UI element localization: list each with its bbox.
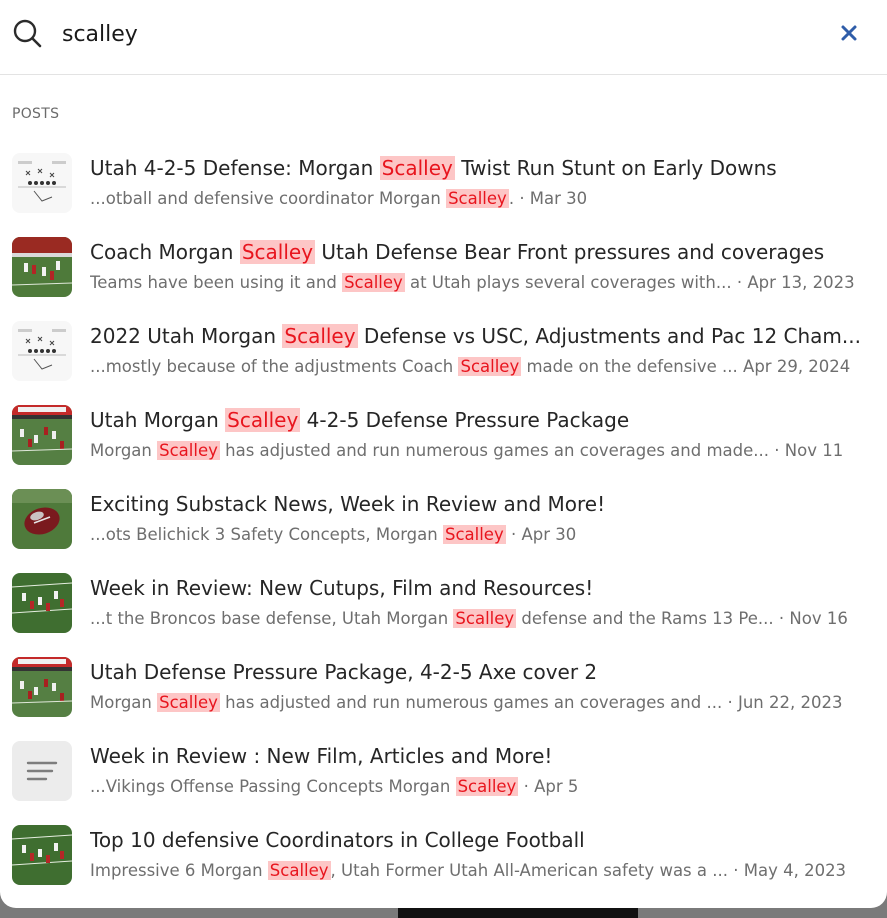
text-lines-icon xyxy=(12,741,72,801)
result-title-text: Utah Defense Bear Front pressures and co… xyxy=(315,240,825,264)
result-snippet-text: ...Vikings Offense Passing Concepts Morg… xyxy=(90,777,456,796)
result-snippet-highlight: Scalley xyxy=(267,861,331,880)
result-title: Week in Review: New Cutups, Film and Res… xyxy=(90,574,880,602)
result-snippet-text: ...ots Belichick 3 Safety Concepts, Morg… xyxy=(90,525,443,544)
result-item[interactable]: Week in Review : New Film, Articles and … xyxy=(0,738,887,822)
result-snippet-text: , Utah Former Utah All-American safety w… xyxy=(330,861,728,880)
result-item[interactable]: Utah 4-2-5 Defense: Morgan Scalley Twist… xyxy=(0,150,887,234)
result-snippet: Impressive 6 Morgan Scalley, Utah Former… xyxy=(90,858,880,884)
result-title-text: Coach Morgan xyxy=(90,240,240,264)
result-title: Utah Morgan Scalley 4-2-5 Defense Pressu… xyxy=(90,406,880,434)
result-title-text: Twist Run Stunt on Early Downs xyxy=(454,156,777,180)
result-item[interactable]: Utah Defense Pressure Package, 4-2-5 Axe… xyxy=(0,654,887,738)
result-snippet: ...t the Broncos base defense, Utah Morg… xyxy=(90,606,880,632)
stadium-photo-thumbnail xyxy=(12,657,72,717)
search-bar xyxy=(0,0,887,75)
background-video-strip xyxy=(398,908,638,918)
result-snippet-text: has adjusted and run numerous games an c… xyxy=(219,441,770,460)
play-diagram-thumbnail xyxy=(12,153,72,213)
search-input[interactable] xyxy=(62,16,802,52)
result-snippet-text: has adjusted and run numerous games an c… xyxy=(219,693,723,712)
result-snippet: Teams have been using it and Scalley at … xyxy=(90,270,880,296)
result-title-highlight: Scalley xyxy=(225,408,301,432)
result-snippet-text: Impressive 6 Morgan xyxy=(90,861,268,880)
result-snippet-highlight: Scalley xyxy=(157,441,220,460)
result-title-text: Week in Review: New Cutups, Film and Res… xyxy=(90,576,594,600)
close-icon xyxy=(841,25,857,41)
result-title-text: Utah 4-2-5 Defense: Morgan xyxy=(90,156,380,180)
result-snippet: ...ots Belichick 3 Safety Concepts, Morg… xyxy=(90,522,880,548)
result-snippet: ...mostly because of the adjustments Coa… xyxy=(90,354,880,380)
result-title: Top 10 defensive Coordinators in College… xyxy=(90,826,880,854)
result-snippet-text: defense and the Rams 13 Pe... xyxy=(516,609,774,628)
result-date: · May 4, 2023 xyxy=(733,861,847,880)
search-icon xyxy=(12,18,44,50)
result-snippet-text: ...t the Broncos base defense, Utah Morg… xyxy=(90,609,454,628)
result-snippet-text: at Utah plays several coverages with... xyxy=(404,273,732,292)
result-date: · Apr 5 xyxy=(523,777,579,796)
result-snippet-highlight: Scalley xyxy=(455,777,519,796)
result-title-highlight: Scalley xyxy=(239,240,316,264)
result-snippet-highlight: Scalley xyxy=(458,357,522,376)
result-snippet-highlight: Scalley xyxy=(157,693,220,712)
result-title: Utah Defense Pressure Package, 4-2-5 Axe… xyxy=(90,658,880,686)
result-title: Exciting Substack News, Week in Review a… xyxy=(90,490,880,518)
result-snippet-highlight: Scalley xyxy=(342,273,405,292)
result-title-text: Week in Review : New Film, Articles and … xyxy=(90,744,553,768)
stadium-photo-thumbnail xyxy=(12,405,72,465)
result-snippet-text: ...otball and defensive coordinator Morg… xyxy=(90,189,447,208)
clear-search-button[interactable] xyxy=(834,18,864,48)
result-snippet-text: Teams have been using it and xyxy=(90,273,343,292)
result-title: Coach Morgan Scalley Utah Defense Bear F… xyxy=(90,238,880,266)
play-diagram-thumbnail xyxy=(12,321,72,381)
result-title-text: Utah Defense Pressure Package, 4-2-5 Axe… xyxy=(90,660,598,684)
posts-section-heading: POSTS xyxy=(12,106,60,122)
result-title: 2022 Utah Morgan Scalley Defense vs USC,… xyxy=(90,322,880,350)
result-title-highlight: Scalley xyxy=(282,324,358,348)
result-date: · Mar 30 xyxy=(519,189,588,208)
result-title: Week in Review : New Film, Articles and … xyxy=(90,742,880,770)
result-date: · Apr 30 xyxy=(510,525,577,544)
result-title-text: Top 10 defensive Coordinators in College… xyxy=(90,828,585,852)
result-title-text: 2022 Utah Morgan xyxy=(90,324,283,348)
result-item[interactable]: Exciting Substack News, Week in Review a… xyxy=(0,486,887,570)
result-item[interactable]: Coach Morgan Scalley Utah Defense Bear F… xyxy=(0,234,887,318)
result-item[interactable]: Top 10 defensive Coordinators in College… xyxy=(0,822,887,906)
result-snippet-text: ...mostly because of the adjustments Coa… xyxy=(90,357,459,376)
result-snippet-text: made on the defensive ... xyxy=(521,357,738,376)
result-date: · Nov 11 xyxy=(774,441,844,460)
result-snippet: Morgan Scalley has adjusted and run nume… xyxy=(90,438,880,464)
football-photo-thumbnail xyxy=(12,237,72,297)
search-panel: POSTS Utah 4-2-5 Defense: Morgan Scalley… xyxy=(0,0,887,908)
result-title-text: Defense vs USC, Adjustments and Pac 12 C… xyxy=(357,324,861,348)
result-snippet-highlight: Scalley xyxy=(442,525,506,544)
result-snippet-text: . xyxy=(508,189,515,208)
result-title-text: Utah Morgan xyxy=(90,408,226,432)
result-date: · Nov 16 xyxy=(778,609,848,628)
result-snippet: ...otball and defensive coordinator Morg… xyxy=(90,186,880,212)
result-title-highlight: Scalley xyxy=(379,156,455,180)
result-snippet: Morgan Scalley has adjusted and run nume… xyxy=(90,690,880,716)
results-list: Utah 4-2-5 Defense: Morgan Scalley Twist… xyxy=(0,150,887,906)
result-item[interactable]: Utah Morgan Scalley 4-2-5 Defense Pressu… xyxy=(0,402,887,486)
result-snippet-text: Morgan xyxy=(90,441,158,460)
result-snippet-highlight: Scalley xyxy=(453,609,517,628)
field-photo-thumbnail xyxy=(12,825,72,885)
football-ball-thumbnail xyxy=(12,489,72,549)
result-title-text: Exciting Substack News, Week in Review a… xyxy=(90,492,606,516)
result-date: Apr 29, 2024 xyxy=(743,357,851,376)
result-title-text: 4-2-5 Defense Pressure Package xyxy=(300,408,630,432)
result-date: · Apr 13, 2023 xyxy=(736,273,855,292)
field-photo-thumbnail xyxy=(12,573,72,633)
result-item[interactable]: Week in Review: New Cutups, Film and Res… xyxy=(0,570,887,654)
result-date: · Jun 22, 2023 xyxy=(727,693,843,712)
result-title: Utah 4-2-5 Defense: Morgan Scalley Twist… xyxy=(90,154,880,182)
result-snippet-text: Morgan xyxy=(90,693,158,712)
result-snippet-highlight: Scalley xyxy=(446,189,509,208)
result-item[interactable]: 2022 Utah Morgan Scalley Defense vs USC,… xyxy=(0,318,887,402)
result-snippet: ...Vikings Offense Passing Concepts Morg… xyxy=(90,774,880,800)
